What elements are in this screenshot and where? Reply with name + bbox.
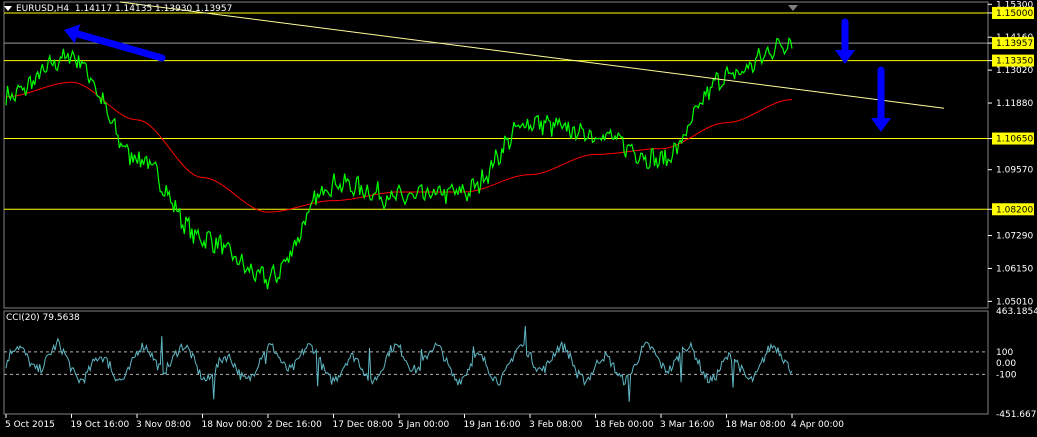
time-tick-label: 18 Mar 08:00	[726, 420, 786, 430]
price-tick-label: 1.13020	[996, 66, 1033, 76]
price-tick-label: 1.13957	[996, 39, 1033, 49]
time-tick-label: 5 Jan 00:00	[398, 420, 450, 430]
cci-tick-label: -451.6675	[996, 410, 1037, 420]
symbol-label: EURUSD,H4	[16, 4, 70, 14]
time-tick-label: 19 Oct 16:00	[71, 420, 130, 430]
time-tick-label: 3 Mar 16:00	[660, 420, 715, 430]
close-price: 1.13957	[195, 4, 233, 14]
price-tick-label: 1.05010	[996, 297, 1033, 307]
price-tick-label: 1.07290	[996, 232, 1033, 242]
price-tick-label: 1.15000	[996, 9, 1033, 19]
high-price: 1.14135	[114, 4, 153, 14]
chart-background	[0, 0, 1037, 437]
time-tick-label: 3 Nov 08:00	[136, 420, 191, 430]
price-tick-label: 1.13350	[996, 57, 1033, 67]
chart-header: EURUSD,H4 1.14117 1.14135 1.13930 1.1395…	[4, 4, 232, 14]
cci-tick-label: -100	[996, 370, 1017, 380]
time-tick-label: 18 Nov 00:00	[202, 420, 263, 430]
price-tick-label: 1.11880	[996, 99, 1033, 109]
cci-tick-label: 100	[996, 348, 1013, 358]
price-tick-label: 1.08200	[996, 205, 1033, 215]
trading-chart[interactable]: 1.153001.150001.141601.139571.133501.130…	[0, 0, 1037, 437]
cci-tick-label: 0.00	[996, 359, 1016, 369]
dropdown-triangle-icon[interactable]	[4, 6, 12, 11]
price-tick-label: 1.09570	[996, 166, 1033, 176]
time-tick-label: 3 Feb 08:00	[529, 420, 583, 430]
time-tick-label: 18 Feb 00:00	[595, 420, 654, 430]
time-tick-label: 17 Dec 08:00	[333, 420, 394, 430]
price-tick-label: 1.10650	[996, 135, 1033, 145]
time-tick-label: 5 Oct 2015	[5, 420, 55, 430]
cci-title: CCI(20) 79.5638	[6, 313, 80, 323]
time-tick-label: 19 Jan 16:00	[464, 420, 521, 430]
cci-tick-label: 463.1854	[996, 307, 1037, 317]
time-tick-label: 4 Apr 00:00	[791, 420, 844, 430]
low-price: 1.13930	[155, 4, 193, 14]
open-price: 1.14117	[74, 4, 113, 14]
price-tick-label: 1.06150	[996, 264, 1033, 274]
time-tick-label: 2 Dec 16:00	[267, 420, 322, 430]
